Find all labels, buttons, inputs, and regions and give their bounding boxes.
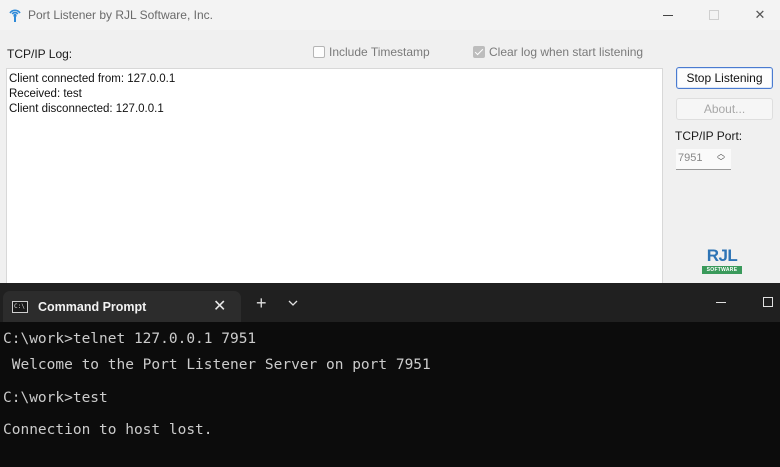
chevron-down-icon[interactable]: ﹀ bbox=[714, 158, 728, 166]
rjl-logo: RJL SOFTWARE bbox=[702, 247, 742, 277]
close-tab-icon[interactable]: ✕ bbox=[213, 296, 226, 316]
terminal-minimize-icon[interactable] bbox=[716, 302, 726, 303]
port-label: TCP/IP Port: bbox=[675, 129, 743, 143]
port-listener-window: Port Listener by RJL Software, Inc. ✕ TC… bbox=[0, 0, 780, 283]
terminal-line: Welcome to the Port Listener Server on p… bbox=[3, 357, 431, 373]
checkbox-checked-icon[interactable] bbox=[473, 46, 485, 58]
terminal-tab-bar[interactable]: C:\ Command Prompt ✕ + bbox=[0, 283, 780, 322]
window-title: Port Listener by RJL Software, Inc. bbox=[28, 8, 213, 22]
title-bar[interactable]: Port Listener by RJL Software, Inc. ✕ bbox=[0, 0, 780, 30]
clear-log-checkbox[interactable]: Clear log when start listening bbox=[473, 45, 643, 59]
include-timestamp-label: Include Timestamp bbox=[329, 45, 430, 59]
include-timestamp-checkbox[interactable]: Include Timestamp bbox=[313, 45, 430, 59]
close-icon: ✕ bbox=[754, 7, 766, 22]
log-line: Received: test bbox=[9, 88, 82, 100]
log-line: Client connected from: 127.0.0.1 bbox=[9, 73, 176, 85]
minimize-button[interactable] bbox=[645, 0, 691, 30]
about-button[interactable]: About... bbox=[676, 98, 773, 120]
minimize-icon bbox=[663, 14, 673, 16]
log-label: TCP/IP Log: bbox=[7, 47, 73, 61]
logo-subtext: SOFTWARE bbox=[702, 266, 742, 274]
clear-log-label: Clear log when start listening bbox=[489, 45, 644, 59]
terminal-line: Connection to host lost. bbox=[3, 422, 213, 438]
terminal-window: C:\ Command Prompt ✕ + C:\work>telnet 12… bbox=[0, 283, 780, 467]
terminal-output[interactable]: C:\work>telnet 127.0.0.1 7951 Welcome to… bbox=[0, 322, 780, 467]
terminal-line: C:\work>test bbox=[3, 390, 108, 406]
tab-title: Command Prompt bbox=[38, 300, 147, 314]
port-spinner[interactable]: ︿ ﹀ bbox=[714, 150, 728, 168]
stop-listening-button[interactable]: Stop Listening bbox=[676, 67, 773, 89]
antenna-icon bbox=[9, 9, 21, 22]
checkbox-unchecked-icon[interactable] bbox=[313, 46, 325, 58]
logo-text: RJL bbox=[706, 246, 738, 265]
close-button[interactable]: ✕ bbox=[737, 0, 780, 30]
chevron-down-icon[interactable] bbox=[287, 297, 299, 309]
cmd-icon: C:\ bbox=[12, 301, 28, 313]
terminal-maximize-icon[interactable] bbox=[763, 297, 773, 307]
maximize-button[interactable] bbox=[691, 0, 737, 30]
new-tab-icon[interactable]: + bbox=[256, 294, 267, 312]
log-textarea[interactable]: Client connected from: 127.0.0.1 Receive… bbox=[6, 68, 663, 283]
tab-command-prompt[interactable]: C:\ Command Prompt ✕ bbox=[3, 291, 241, 322]
terminal-line: C:\work>telnet 127.0.0.1 7951 bbox=[3, 331, 257, 347]
maximize-icon bbox=[709, 10, 719, 20]
log-line: Client disconnected: 127.0.0.1 bbox=[9, 103, 164, 115]
